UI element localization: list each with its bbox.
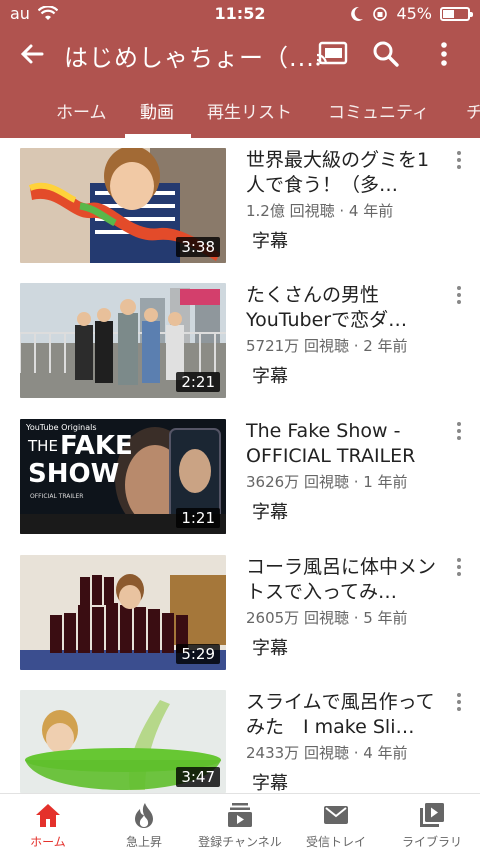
video-item-3[interactable]: YouTube Originals THE FAKE SHOW OFFICIAL… [0, 409, 480, 534]
video-more-icon[interactable] [452, 285, 466, 305]
video-duration: 5:29 [176, 644, 220, 664]
subscriptions-icon [228, 803, 252, 827]
battery-percent: 45% [396, 4, 432, 23]
video-thumbnail[interactable]: 2:21 [20, 283, 226, 398]
back-arrow-icon[interactable] [16, 38, 48, 70]
app-bar: はじめしゃちょー（... [0, 28, 480, 80]
channel-title: はじめしゃちょー（... [64, 44, 315, 72]
caption-badge: 字幕 [252, 502, 288, 523]
tab-community[interactable]: コミュニティ [328, 98, 429, 123]
video-title[interactable]: コーラ風呂に体中メントスで入ってみ… [246, 555, 446, 605]
orientation-lock-icon [373, 6, 388, 21]
nav-library[interactable]: ライブラリ [384, 800, 480, 850]
bottom-navigation: ホーム 急上昇 登録チャンネル 受信トレイ ライブラリ [0, 793, 480, 854]
nav-trending[interactable]: 急上昇 [96, 800, 192, 850]
nav-home-label: ホーム [30, 835, 66, 849]
nav-library-label: ライブラリ [401, 835, 462, 849]
video-item-2[interactable]: 2:21 たくさんの男性YouTuberで恋ダ… 5721万 回視聴 · 2 年… [0, 273, 480, 398]
cast-icon[interactable] [315, 40, 349, 68]
nav-inbox[interactable]: 受信トレイ [288, 800, 384, 850]
moon-icon [351, 6, 364, 21]
flame-icon [135, 803, 153, 828]
video-thumbnail[interactable]: 3:38 [20, 148, 226, 263]
video-more-icon[interactable] [452, 421, 466, 441]
video-title[interactable]: たくさんの男性YouTuberで恋ダ… [246, 283, 446, 333]
caption-badge: 字幕 [252, 773, 288, 794]
home-icon [36, 804, 60, 827]
video-thumbnail[interactable]: 5:29 [20, 555, 226, 670]
video-item-5[interactable]: 3:47 スライムで風呂作ってみた I make Sli… 2433万 回視聴 … [0, 680, 480, 800]
tab-channels[interactable]: チ [466, 98, 480, 123]
channel-tabs: ホーム 動画 再生リスト コミュニティ チ [0, 80, 480, 138]
video-duration: 2:21 [176, 372, 220, 392]
more-vert-icon[interactable] [428, 38, 460, 70]
video-meta: 2605万 回視聴 · 5 年前 [246, 609, 408, 627]
video-item-1[interactable]: 3:38 世界最大級のグミを1人で食う！（多… 1.2億 回視聴 · 4 年前 … [0, 138, 480, 263]
video-meta: 2433万 回視聴 · 4 年前 [246, 744, 408, 762]
video-more-icon[interactable] [452, 692, 466, 712]
video-meta: 5721万 回視聴 · 2 年前 [246, 337, 408, 355]
video-title[interactable]: 世界最大級のグミを1人で食う！（多… [246, 148, 446, 198]
nav-subscriptions-label: 登録チャンネル [198, 835, 282, 849]
caption-badge: 字幕 [252, 366, 288, 387]
tab-videos[interactable]: 動画 [140, 98, 174, 123]
caption-badge: 字幕 [252, 638, 288, 659]
thumb-title-show: SHOW [28, 459, 120, 489]
caption-badge: 字幕 [252, 231, 288, 252]
video-duration: 3:38 [176, 237, 220, 257]
video-duration: 1:21 [176, 508, 220, 528]
video-title[interactable]: スライムで風呂作ってみた I make Sli… [246, 690, 446, 740]
inbox-mail-icon [324, 806, 348, 824]
video-more-icon[interactable] [452, 150, 466, 170]
video-meta: 3626万 回視聴 · 1 年前 [246, 473, 408, 491]
tab-playlists[interactable]: 再生リスト [207, 98, 292, 123]
search-icon[interactable] [370, 38, 402, 70]
video-item-4[interactable]: 5:29 コーラ風呂に体中メントスで入ってみ… 2605万 回視聴 · 5 年前… [0, 545, 480, 670]
video-title[interactable]: The Fake Show - OFFICIAL TRAILER [246, 419, 446, 469]
nav-home[interactable]: ホーム [0, 800, 96, 850]
video-thumbnail[interactable]: YouTube Originals THE FAKE SHOW OFFICIAL… [20, 419, 226, 534]
thumb-subtitle: OFFICIAL TRAILER [30, 493, 84, 500]
video-thumbnail[interactable]: 3:47 [20, 690, 226, 793]
thumb-title-fake: FAKE [60, 431, 133, 461]
tab-home[interactable]: ホーム [56, 98, 107, 123]
video-more-icon[interactable] [452, 557, 466, 577]
status-bar: au 11:52 45% [0, 0, 480, 28]
video-meta: 1.2億 回視聴 · 4 年前 [246, 202, 394, 220]
library-icon [420, 803, 444, 827]
nav-trending-label: 急上昇 [125, 835, 162, 849]
video-duration: 3:47 [176, 767, 220, 787]
nav-inbox-label: 受信トレイ [305, 835, 366, 849]
nav-subscriptions[interactable]: 登録チャンネル [192, 800, 288, 850]
battery-icon [440, 6, 473, 21]
thumb-title-the: THE [28, 437, 58, 455]
